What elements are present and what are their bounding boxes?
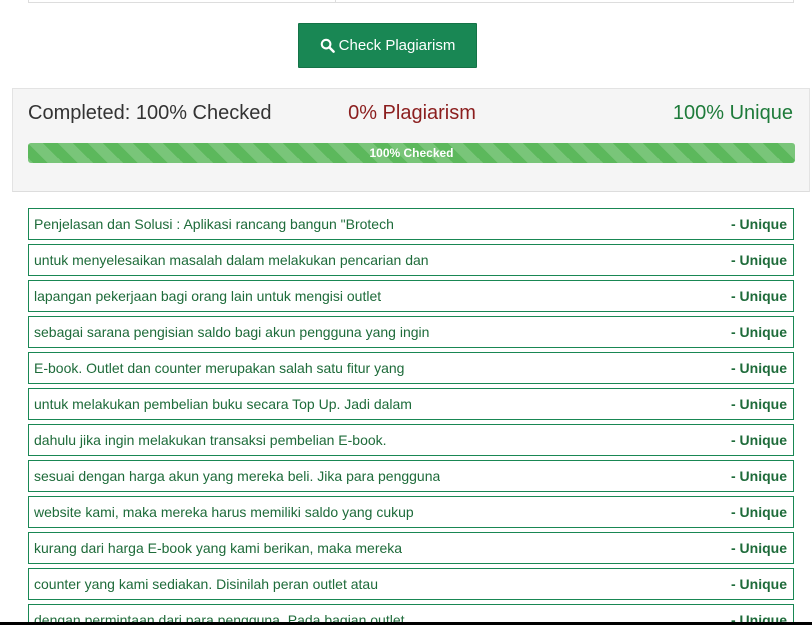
sentence-row: dahulu jika ingin melakukan transaksi pe… <box>28 424 794 456</box>
unique-badge: - Unique <box>731 576 787 592</box>
unique-badge: - Unique <box>731 252 787 268</box>
sentence-list: Penjelasan dan Solusi : Aplikasi rancang… <box>28 208 794 625</box>
sentence-text: dahulu jika ingin melakukan transaksi pe… <box>34 432 387 448</box>
table-divider <box>335 0 336 2</box>
sentence-row: sebagai sarana pengisian saldo bagi akun… <box>28 316 794 348</box>
unique-badge: - Unique <box>731 216 787 232</box>
sentence-row: sesuai dengan harga akun yang mereka bel… <box>28 460 794 492</box>
unique-badge: - Unique <box>731 432 787 448</box>
sentence-row: kurang dari harga E-book yang kami berik… <box>28 532 794 564</box>
sentence-text: counter yang kami sediakan. Disinilah pe… <box>34 576 378 592</box>
unique-badge: - Unique <box>731 396 787 412</box>
unique-badge: - Unique <box>731 540 787 556</box>
progress-fill: 100% Checked <box>369 146 454 160</box>
sentence-row: E-book. Outlet dan counter merupakan sal… <box>28 352 794 384</box>
sentence-row: Penjelasan dan Solusi : Aplikasi rancang… <box>28 208 794 240</box>
sentence-text: E-book. Outlet dan counter merupakan sal… <box>34 360 405 376</box>
unique-badge: - Unique <box>731 288 787 304</box>
sentence-text: kurang dari harga E-book yang kami berik… <box>34 540 403 556</box>
sentence-text: lapangan pekerjaan bagi orang lain untuk… <box>34 288 382 304</box>
unique-percent: 100% Unique <box>672 102 793 124</box>
unique-badge: - Unique <box>731 324 787 340</box>
sentence-text: website kami, maka mereka harus memiliki… <box>34 504 414 520</box>
unique-badge: - Unique <box>731 504 787 520</box>
previous-table-edge <box>28 0 794 3</box>
sentence-row: counter yang kami sediakan. Disinilah pe… <box>28 568 794 600</box>
sentence-text: untuk menyelesaikan masalah dalam melaku… <box>34 252 429 268</box>
sentence-row: untuk menyelesaikan masalah dalam melaku… <box>28 244 794 276</box>
sentence-row: lapangan pekerjaan bagi orang lain untuk… <box>28 280 794 312</box>
unique-badge: - Unique <box>731 468 787 484</box>
sentence-text: sebagai sarana pengisian saldo bagi akun… <box>34 324 430 340</box>
sentence-text: Penjelasan dan Solusi : Aplikasi rancang… <box>34 216 394 232</box>
sentence-row: untuk melakukan pembelian buku secara To… <box>28 388 794 420</box>
check-plagiarism-label: Check Plagiarism <box>338 37 456 54</box>
check-plagiarism-button[interactable]: Check Plagiarism <box>298 23 477 68</box>
sentence-text: untuk melakukan pembelian buku secara To… <box>34 396 412 412</box>
progress-bar: 100% Checked <box>28 143 795 163</box>
result-panel: Completed: 100% Checked 0% Plagiarism 10… <box>12 88 810 192</box>
sentence-text: sesuai dengan harga akun yang mereka bel… <box>34 468 441 484</box>
sentence-row: website kami, maka mereka harus memiliki… <box>28 496 794 528</box>
unique-badge: - Unique <box>731 360 787 376</box>
search-icon <box>320 38 335 53</box>
